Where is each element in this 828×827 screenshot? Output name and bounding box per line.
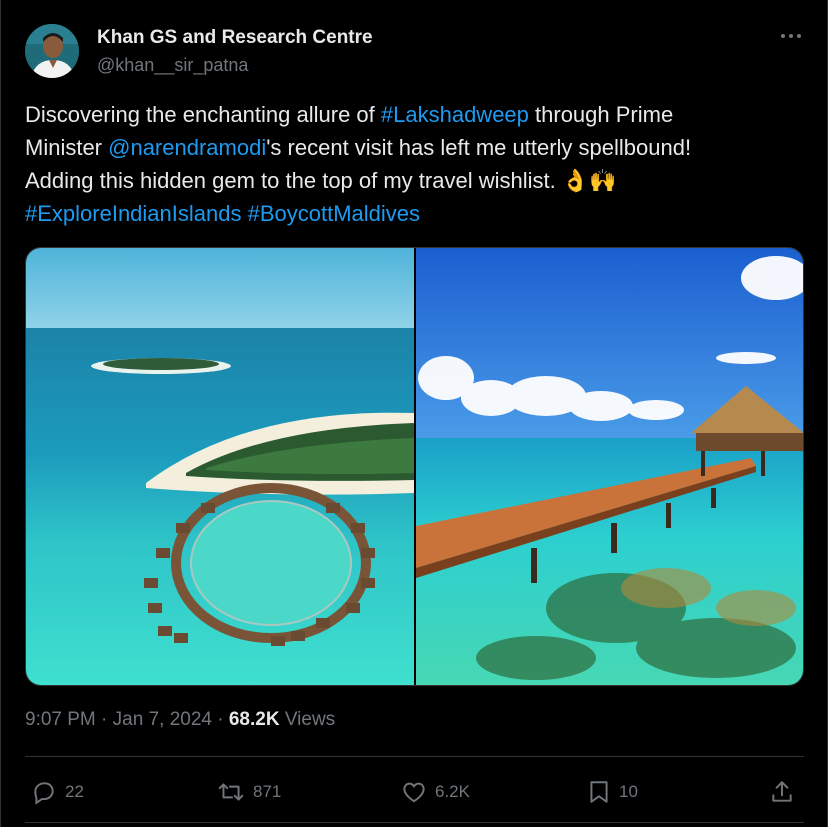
hashtag-boycottmaldives[interactable]: #BoycottMaldives	[248, 201, 420, 226]
tweet-text-segment: through Prime	[528, 102, 674, 127]
meta-separator: ·	[95, 709, 113, 730]
more-options-icon[interactable]	[775, 24, 807, 48]
views-label: Views	[279, 709, 336, 730]
repost-count: 871	[253, 782, 282, 801]
repost-icon	[217, 779, 245, 805]
emoji: 👌🙌	[561, 168, 617, 193]
reply-icon	[31, 779, 57, 805]
tweet-text-segment: Adding this hidden gem to the top of my …	[25, 168, 562, 193]
tweet-date[interactable]: Jan 7, 2024	[113, 709, 212, 730]
divider	[25, 756, 804, 757]
tweet-text: Discovering the enchanting allure of #La…	[25, 98, 795, 230]
meta-separator: ·	[211, 709, 229, 730]
bookmark-count: 10	[619, 782, 638, 801]
share-icon	[769, 779, 795, 805]
avatar[interactable]	[25, 24, 79, 78]
like-count: 6.2K	[435, 782, 470, 801]
divider	[25, 822, 804, 823]
mention-narendramodi[interactable]: @narendramodi	[108, 135, 266, 160]
hashtag-exploreindianislands[interactable]: #ExploreIndianIslands	[25, 201, 241, 226]
tweet-time[interactable]: 9:07 PM	[25, 709, 96, 730]
like-button[interactable]: 6.2K	[401, 770, 470, 814]
tweet-text-segment: Minister	[25, 135, 109, 160]
tweet-text-segment: 's recent visit has left me utterly spel…	[266, 135, 692, 160]
author-handle[interactable]: @khan__sir_patna	[97, 55, 248, 76]
photo-wooden-jetty[interactable]	[416, 248, 803, 685]
photo-island-resort-aerial[interactable]	[26, 248, 414, 685]
hashtag-lakshadweep[interactable]: #Lakshadweep	[381, 102, 529, 127]
heart-icon	[401, 779, 427, 805]
tweet-card: Khan GS and Research Centre @khan__sir_p…	[0, 0, 828, 827]
tweet-meta: 9:07 PM · Jan 7, 2024 · 68.2K Views	[25, 709, 335, 731]
action-bar: 22 871 6.2K 10	[25, 770, 804, 814]
bookmark-button[interactable]: 10	[587, 770, 638, 814]
media-grid	[25, 247, 804, 686]
author-name[interactable]: Khan GS and Research Centre	[97, 27, 373, 49]
bookmark-icon	[587, 779, 611, 805]
reply-count: 22	[65, 782, 84, 801]
share-button[interactable]	[769, 770, 795, 814]
repost-button[interactable]: 871	[217, 770, 281, 814]
reply-button[interactable]: 22	[31, 770, 84, 814]
tweet-text-segment: Discovering the enchanting allure of	[25, 102, 381, 127]
views-count[interactable]: 68.2K	[229, 709, 280, 730]
